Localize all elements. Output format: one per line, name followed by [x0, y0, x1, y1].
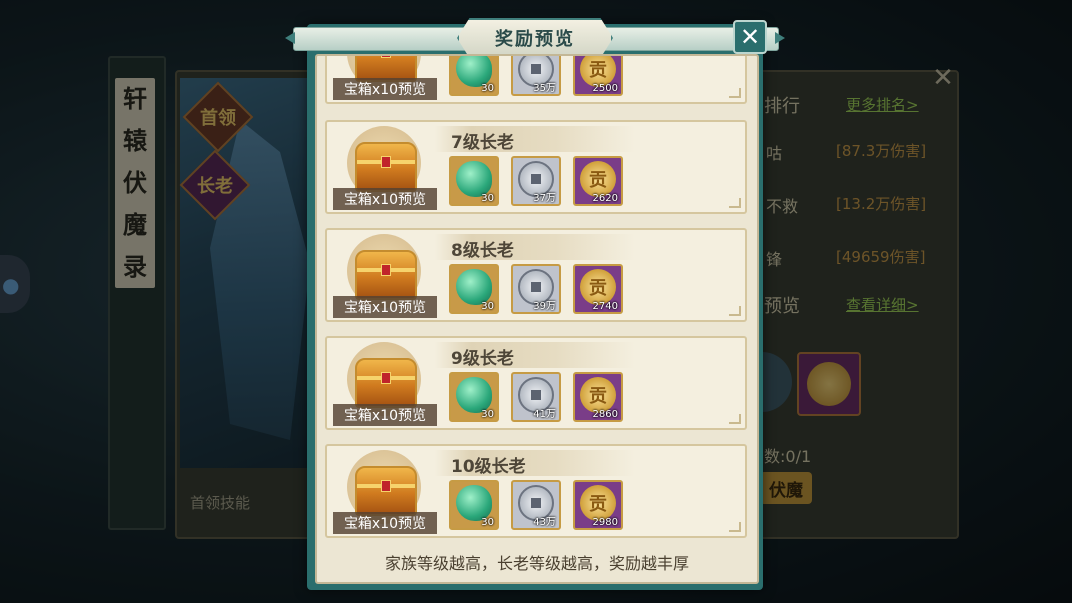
elder-level-title: 10级长老 — [451, 457, 526, 477]
tribute-coin-item[interactable]: 2740 — [573, 264, 623, 314]
jade-dragon-icon — [456, 377, 492, 413]
reward-row: 7级长老 宝箱x10预览 30 37万 2620 — [325, 120, 747, 214]
treasure-chest-icon — [355, 250, 417, 300]
item-quantity: 39万 — [533, 301, 556, 312]
jade-dragon-icon — [456, 269, 492, 305]
copper-coin-item[interactable]: 37万 — [511, 156, 561, 206]
reward-footer-note: 家族等级越高，长老等级越高，奖励越丰厚 — [384, 554, 689, 573]
item-quantity: 30 — [481, 83, 494, 94]
item-quantity: 43万 — [533, 517, 556, 528]
reward-row: 10级长老 宝箱x10预览 30 43万 2980 — [325, 444, 747, 538]
tribute-coin-item[interactable]: 2860 — [573, 372, 623, 422]
reward-preview-dialog: 奖励预览 ✕ 宝箱x10预览 30 35万 贡 2500 7级长老 宝箱x10预… — [285, 18, 763, 590]
item-quantity: 2980 — [592, 517, 618, 528]
reward-list[interactable]: 宝箱x10预览 30 35万 2500 7级长老 — [317, 56, 757, 546]
row-corner-ornament — [729, 414, 741, 424]
item-quantity: 30 — [481, 193, 494, 204]
item-quantity: 2500 — [592, 83, 618, 94]
jade-dragon-item[interactable]: 30 — [449, 372, 499, 422]
chest-preview-label: 宝箱x10预览 — [333, 78, 437, 100]
tribute-coin-icon — [580, 377, 616, 413]
elder-level-title: 8级长老 — [451, 241, 514, 261]
copper-coin-item[interactable]: 43万 — [511, 480, 561, 530]
item-quantity: 2620 — [592, 193, 618, 204]
tribute-coin-item[interactable]: 2980 — [573, 480, 623, 530]
treasure-chest-icon — [355, 466, 417, 516]
chest-preview-button[interactable]: 宝箱x10预览 — [333, 448, 437, 534]
row-corner-ornament — [729, 522, 741, 532]
tribute-coin-icon — [580, 269, 616, 305]
elder-level-title: 7级长老 — [451, 133, 514, 153]
reward-row: 9级长老 宝箱x10预览 30 41万 2860 — [325, 336, 747, 430]
jade-dragon-icon — [456, 485, 492, 521]
reward-row: 宝箱x10预览 30 35万 2500 — [325, 56, 747, 104]
reward-row: 8级长老 宝箱x10预览 30 39万 2740 — [325, 228, 747, 322]
treasure-chest-icon — [355, 358, 417, 408]
item-quantity: 35万 — [533, 83, 556, 94]
item-quantity: 37万 — [533, 193, 556, 204]
item-quantity: 30 — [481, 301, 494, 312]
tribute-coin-item[interactable]: 2500 — [573, 56, 623, 96]
close-icon[interactable]: ✕ — [733, 20, 767, 54]
jade-dragon-item[interactable]: 30 — [449, 156, 499, 206]
copper-coin-item[interactable]: 41万 — [511, 372, 561, 422]
chest-preview-button[interactable]: 宝箱x10预览 — [333, 340, 437, 426]
chest-preview-label: 宝箱x10预览 — [333, 188, 437, 210]
copper-coin-item[interactable]: 39万 — [511, 264, 561, 314]
copper-coin-item[interactable]: 35万 — [511, 56, 561, 96]
tribute-coin-icon — [580, 161, 616, 197]
jade-dragon-item[interactable]: 30 — [449, 56, 499, 96]
item-quantity: 30 — [481, 409, 494, 420]
item-quantity: 30 — [481, 517, 494, 528]
jade-dragon-item[interactable]: 30 — [449, 480, 499, 530]
chest-preview-label: 宝箱x10预览 — [333, 404, 437, 426]
treasure-chest-icon — [355, 142, 417, 192]
dialog-title-plate: 奖励预览 — [457, 18, 613, 58]
elder-level-title: 9级长老 — [451, 349, 514, 369]
chest-preview-button[interactable]: 宝箱x10预览 — [333, 56, 437, 100]
chest-preview-button[interactable]: 宝箱x10预览 — [333, 232, 437, 318]
jade-dragon-icon — [456, 161, 492, 197]
chest-preview-button[interactable]: 宝箱x10预览 — [333, 124, 437, 210]
item-quantity: 41万 — [533, 409, 556, 420]
row-corner-ornament — [729, 306, 741, 316]
row-corner-ornament — [729, 88, 741, 98]
chest-preview-label: 宝箱x10预览 — [333, 512, 437, 534]
row-corner-ornament — [729, 198, 741, 208]
chest-preview-label: 宝箱x10预览 — [333, 296, 437, 318]
tribute-coin-item[interactable]: 2620 — [573, 156, 623, 206]
jade-dragon-item[interactable]: 30 — [449, 264, 499, 314]
dialog-body: 宝箱x10预览 30 35万 2500 7级长老 — [315, 54, 759, 584]
tribute-coin-icon — [580, 485, 616, 521]
item-quantity: 2740 — [592, 301, 618, 312]
dialog-title: 奖励预览 — [495, 29, 575, 50]
item-quantity: 2860 — [592, 409, 618, 420]
